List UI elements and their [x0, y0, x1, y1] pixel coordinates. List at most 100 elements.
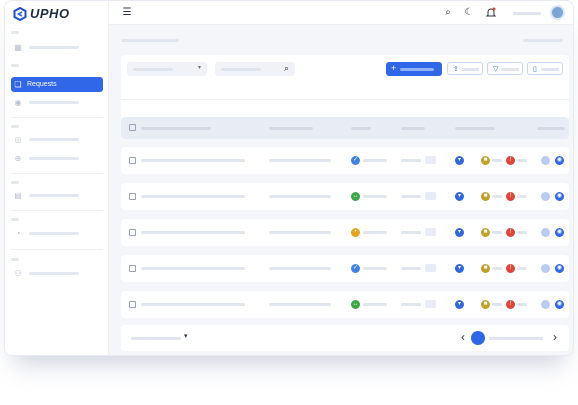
sidebar-item-reports[interactable]: ◔: [11, 226, 103, 241]
priority-label: [401, 159, 421, 162]
search-input[interactable]: ⌕: [215, 62, 295, 76]
edit-icon[interactable]: [541, 192, 550, 201]
sidebar-item-dashboard[interactable]: ▦: [11, 40, 103, 55]
sidebar-item-label: [29, 157, 79, 160]
sidebar-item-tracking[interactable]: ◉: [11, 95, 103, 110]
table-row[interactable]: • ▾ ■! ◉: [121, 219, 569, 246]
page-numbers[interactable]: [489, 337, 543, 340]
chevron-down-icon: ▾: [197, 65, 201, 71]
status-icon: •: [351, 228, 360, 237]
menu-icon[interactable]: ☰: [121, 7, 133, 19]
priority-label: [401, 303, 421, 306]
request-owner: [269, 231, 331, 234]
alert-icon[interactable]: !: [506, 300, 515, 309]
row-checkbox[interactable]: [129, 229, 136, 236]
sidebar-group-label: [11, 31, 19, 34]
page-current[interactable]: [471, 331, 485, 345]
add-request-button[interactable]: +: [386, 62, 442, 76]
sidebar-item-label: [29, 138, 79, 141]
logo: UPHO: [13, 6, 70, 21]
search-icon[interactable]: ⌕: [442, 7, 454, 19]
view-icon[interactable]: ◉: [555, 300, 564, 309]
lock-icon[interactable]: ■: [481, 264, 490, 273]
breadcrumb: [523, 39, 563, 42]
status-label: [363, 267, 387, 270]
row-checkbox[interactable]: [129, 193, 136, 200]
edit-icon[interactable]: [541, 156, 550, 165]
lock-icon[interactable]: ■: [481, 192, 490, 201]
sidebar-item-label: [29, 272, 79, 275]
lock-icon[interactable]: ■: [481, 300, 490, 309]
view-icon[interactable]: ◉: [555, 264, 564, 273]
next-page-button[interactable]: ›: [553, 330, 557, 344]
status-label: [363, 195, 387, 198]
sidebar: UPHO ▦ ❏ Requests ◉ ◎ ⊕ ▤ ◔ ⚇: [5, 1, 109, 355]
prev-page-button[interactable]: ‹: [461, 330, 465, 344]
alert-icon[interactable]: !: [506, 156, 515, 165]
request-title: [141, 303, 245, 306]
alert-icon[interactable]: !: [506, 264, 515, 273]
export-button[interactable]: ⇪: [447, 62, 483, 75]
count-badge: [425, 192, 436, 200]
status-select[interactable]: ▾: [127, 62, 207, 76]
table-row[interactable]: ✓ ▾ ■! ◉: [121, 255, 569, 282]
sidebar-group-label: [11, 64, 19, 67]
sidebar-divider: [11, 117, 103, 118]
lock-icon[interactable]: ■: [481, 156, 490, 165]
lock-label: [492, 267, 502, 270]
filter-button[interactable]: ▽: [487, 62, 523, 75]
lock-icon[interactable]: ■: [481, 228, 490, 237]
alert-label: [517, 267, 527, 270]
alert-label: [517, 231, 527, 234]
status-icon: ↔: [351, 192, 360, 201]
shield-icon[interactable]: ▾: [455, 156, 464, 165]
request-owner: [269, 267, 331, 270]
edit-icon[interactable]: [541, 264, 550, 273]
moon-icon[interactable]: ☾: [463, 7, 475, 19]
shield-icon[interactable]: ▾: [455, 300, 464, 309]
row-checkbox[interactable]: [129, 157, 136, 164]
priority-label: [401, 267, 421, 270]
lock-label: [492, 195, 502, 198]
divider: [121, 99, 569, 100]
sidebar-item-requests[interactable]: ❏ Requests: [11, 77, 103, 92]
view-icon[interactable]: ◉: [555, 192, 564, 201]
pie-icon: ◔: [15, 228, 21, 238]
shield-icon[interactable]: ▾: [455, 264, 464, 273]
shield-icon[interactable]: ▾: [455, 228, 464, 237]
priority-label: [401, 195, 421, 198]
circle-icon: ◎: [14, 134, 22, 144]
bell-icon[interactable]: [485, 7, 497, 19]
view-icon[interactable]: ◉: [555, 156, 564, 165]
request-owner: [269, 195, 331, 198]
status-icon: ✓: [351, 156, 360, 165]
avatar[interactable]: [550, 5, 565, 20]
requests-icon: ❏: [14, 79, 22, 89]
alert-icon[interactable]: !: [506, 228, 515, 237]
rows-per-page[interactable]: [131, 337, 181, 340]
sidebar-item-documents[interactable]: ▤: [11, 188, 103, 203]
sidebar-item-add[interactable]: ⊕: [11, 151, 103, 166]
sidebar-item-profile[interactable]: ⚇: [11, 266, 103, 281]
chevron-down-icon[interactable]: ▾: [184, 332, 188, 340]
sidebar-item-label: [29, 101, 79, 104]
sidebar-divider: [11, 173, 103, 174]
table-row[interactable]: ✓ ▾ ■! ◉: [121, 147, 569, 174]
shield-icon[interactable]: ▾: [455, 192, 464, 201]
sidebar-item-monitor[interactable]: ◎: [11, 132, 103, 147]
delete-button[interactable]: ▯: [527, 62, 563, 75]
row-checkbox[interactable]: [129, 265, 136, 272]
table-row[interactable]: ↔ ▾ ■! ◉: [121, 291, 569, 318]
table-row[interactable]: ↔ ▾ ■! ◉: [121, 183, 569, 210]
topbar: ☰ ⌕ ☾: [109, 1, 573, 25]
view-icon[interactable]: ◉: [555, 228, 564, 237]
logo-icon: [13, 6, 27, 21]
edit-icon[interactable]: [541, 228, 550, 237]
row-checkbox[interactable]: [129, 301, 136, 308]
status-icon: ↔: [351, 300, 360, 309]
user-icon: ⚇: [14, 268, 22, 278]
alert-icon[interactable]: !: [506, 192, 515, 201]
request-title: [141, 267, 245, 270]
edit-icon[interactable]: [541, 300, 550, 309]
select-all-checkbox[interactable]: [129, 124, 136, 131]
